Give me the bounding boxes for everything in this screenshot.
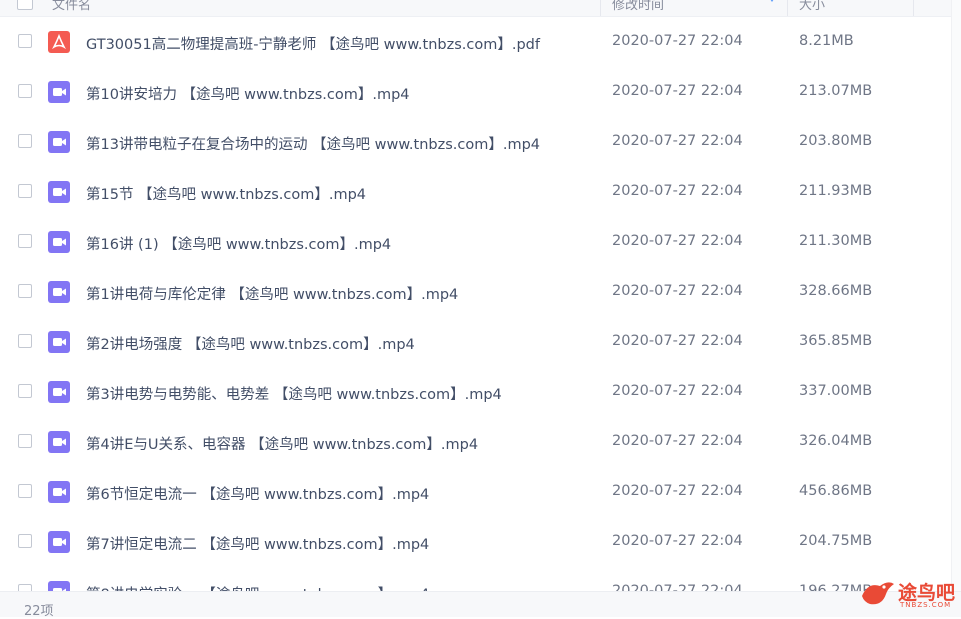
- file-name[interactable]: 第1讲电荷与库伦定律 【途鸟吧 www.tnbzs.com】.mp4: [86, 283, 458, 304]
- file-name[interactable]: 第13讲带电粒子在复合场中的运动 【途鸟吧 www.tnbzs.com】.mp4: [86, 133, 540, 154]
- file-name[interactable]: 第7讲恒定电流二 【途鸟吧 www.tnbzs.com】.mp4: [86, 533, 429, 554]
- select-all-checkbox[interactable]: [17, 0, 33, 10]
- sort-desc-icon[interactable]: [768, 0, 776, 2]
- file-name[interactable]: 第4讲E与U关系、电容器 【途鸟吧 www.tnbzs.com】.mp4: [86, 433, 478, 454]
- file-row[interactable]: 第15节 【途鸟吧 www.tnbzs.com】.mp4 2020-07-27 2…: [0, 167, 961, 217]
- column-header-time[interactable]: 修改时间: [612, 0, 664, 13]
- file-size: 203.80MB: [799, 133, 873, 149]
- file-row[interactable]: 第3讲电势与电势能、电势差 【途鸟吧 www.tnbzs.com】.mp4 202…: [0, 367, 961, 417]
- file-modified-time: 2020-07-27 22:04: [612, 283, 743, 299]
- file-modified-time: 2020-07-27 22:04: [612, 483, 743, 499]
- file-modified-time: 2020-07-27 22:04: [612, 583, 743, 591]
- file-row[interactable]: 第13讲带电粒子在复合场中的运动 【途鸟吧 www.tnbzs.com】.mp4…: [0, 117, 961, 167]
- video-icon: [48, 531, 70, 553]
- file-row[interactable]: 第6节恒定电流一 【途鸟吧 www.tnbzs.com】.mp4 2020-07-…: [0, 467, 961, 517]
- bird-logo-icon: [862, 582, 894, 605]
- file-row[interactable]: 第16讲 (1) 【途鸟吧 www.tnbzs.com】.mp4 2020-07-…: [0, 217, 961, 267]
- file-modified-time: 2020-07-27 22:04: [612, 433, 743, 449]
- video-icon: [48, 431, 70, 453]
- row-checkbox[interactable]: [18, 234, 32, 248]
- video-icon: [48, 381, 70, 403]
- file-row[interactable]: 第10讲安培力 【途鸟吧 www.tnbzs.com】.mp4 2020-07-2…: [0, 67, 961, 117]
- file-row[interactable]: 第2讲电场强度 【途鸟吧 www.tnbzs.com】.mp4 2020-07-2…: [0, 317, 961, 367]
- file-row[interactable]: 第4讲E与U关系、电容器 【途鸟吧 www.tnbzs.com】.mp4 2020…: [0, 417, 961, 467]
- file-modified-time: 2020-07-27 22:04: [612, 133, 743, 149]
- file-row[interactable]: GT30051高二物理提高班-宁静老师 【途鸟吧 www.tnbzs.com】.…: [0, 17, 961, 67]
- item-count: 22项: [24, 604, 54, 619]
- row-checkbox[interactable]: [18, 434, 32, 448]
- file-size: 337.00MB: [799, 383, 873, 399]
- row-checkbox[interactable]: [18, 34, 32, 48]
- file-size: 326.04MB: [799, 433, 873, 449]
- column-header-name[interactable]: 文件名: [52, 0, 91, 13]
- file-list: GT30051高二物理提高班-宁静老师 【途鸟吧 www.tnbzs.com】.…: [0, 17, 961, 591]
- pdf-icon: [48, 31, 70, 53]
- file-row[interactable]: 第1讲电荷与库伦定律 【途鸟吧 www.tnbzs.com】.mp4 2020-0…: [0, 267, 961, 317]
- column-divider[interactable]: [600, 0, 601, 16]
- video-icon: [48, 281, 70, 303]
- video-icon: [48, 81, 70, 103]
- file-size: 213.07MB: [799, 83, 873, 99]
- file-list-header: 文件名 修改时间 大小: [0, 0, 961, 17]
- row-checkbox[interactable]: [18, 334, 32, 348]
- video-icon: [48, 181, 70, 203]
- row-checkbox[interactable]: [18, 84, 32, 98]
- row-checkbox[interactable]: [18, 484, 32, 498]
- row-checkbox[interactable]: [18, 384, 32, 398]
- file-name[interactable]: 第3讲电势与电势能、电势差 【途鸟吧 www.tnbzs.com】.mp4: [86, 383, 502, 404]
- video-icon: [48, 231, 70, 253]
- file-name[interactable]: 第6节恒定电流一 【途鸟吧 www.tnbzs.com】.mp4: [86, 483, 429, 504]
- video-icon: [48, 581, 70, 591]
- file-name[interactable]: 第2讲电场强度 【途鸟吧 www.tnbzs.com】.mp4: [86, 333, 415, 354]
- file-size: 211.93MB: [799, 183, 873, 199]
- file-modified-time: 2020-07-27 22:04: [612, 383, 743, 399]
- column-divider[interactable]: [787, 0, 788, 16]
- row-checkbox[interactable]: [18, 534, 32, 548]
- file-size: 456.86MB: [799, 483, 873, 499]
- file-name[interactable]: 第15节 【途鸟吧 www.tnbzs.com】.mp4: [86, 183, 366, 204]
- file-size: 8.21MB: [799, 33, 854, 49]
- file-row[interactable]: 第7讲恒定电流二 【途鸟吧 www.tnbzs.com】.mp4 2020-07-…: [0, 517, 961, 567]
- file-name[interactable]: 第8讲电学实验一 【途鸟吧 www.tnbzs.com】.mp4: [86, 583, 429, 591]
- video-icon: [48, 331, 70, 353]
- file-size: 365.85MB: [799, 333, 873, 349]
- watermark-subtext: TNBZS.COM: [900, 601, 952, 609]
- file-size: 328.66MB: [799, 283, 873, 299]
- row-checkbox[interactable]: [18, 584, 32, 591]
- video-icon: [48, 481, 70, 503]
- file-modified-time: 2020-07-27 22:04: [612, 183, 743, 199]
- file-name[interactable]: 第10讲安培力 【途鸟吧 www.tnbzs.com】.mp4: [86, 83, 410, 104]
- watermark-logo: 途鸟吧 TNBZS.COM: [858, 574, 958, 614]
- row-checkbox[interactable]: [18, 184, 32, 198]
- file-modified-time: 2020-07-27 22:04: [612, 233, 743, 249]
- file-name[interactable]: GT30051高二物理提高班-宁静老师 【途鸟吧 www.tnbzs.com】.…: [86, 33, 540, 54]
- scrollbar-track[interactable]: [951, 0, 961, 616]
- column-divider[interactable]: [913, 0, 914, 16]
- status-bar: 22项: [0, 591, 961, 619]
- column-header-size[interactable]: 大小: [799, 0, 825, 13]
- file-modified-time: 2020-07-27 22:04: [612, 533, 743, 549]
- file-modified-time: 2020-07-27 22:04: [612, 83, 743, 99]
- file-modified-time: 2020-07-27 22:04: [612, 33, 743, 49]
- file-size: 204.75MB: [799, 533, 873, 549]
- row-checkbox[interactable]: [18, 134, 32, 148]
- video-icon: [48, 131, 70, 153]
- file-size: 211.30MB: [799, 233, 873, 249]
- file-modified-time: 2020-07-27 22:04: [612, 333, 743, 349]
- file-name[interactable]: 第16讲 (1) 【途鸟吧 www.tnbzs.com】.mp4: [86, 233, 391, 254]
- file-row[interactable]: 第8讲电学实验一 【途鸟吧 www.tnbzs.com】.mp4 2020-07-…: [0, 567, 961, 591]
- row-checkbox[interactable]: [18, 284, 32, 298]
